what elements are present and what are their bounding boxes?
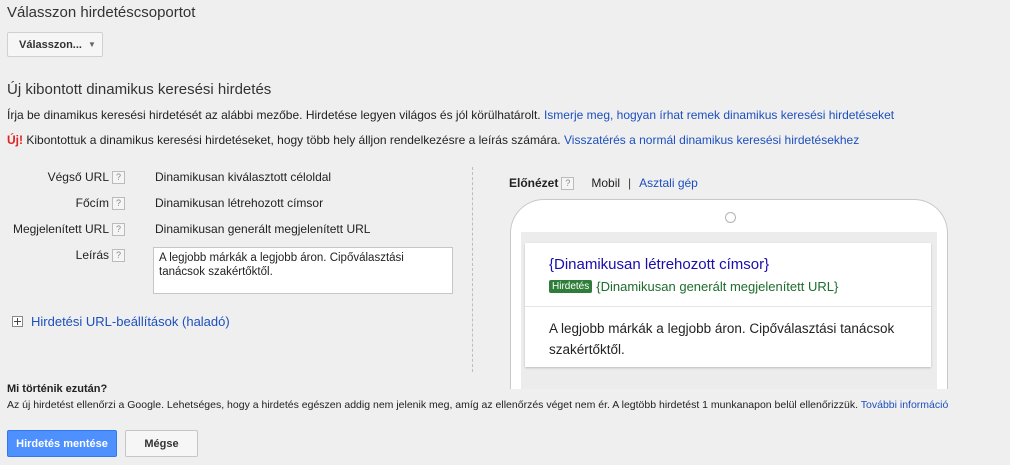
advanced-url-settings-toggle[interactable]: Hirdetési URL-beállítások (haladó)	[12, 314, 230, 329]
cancel-button[interactable]: Mégse	[125, 430, 198, 457]
advanced-url-settings-link[interactable]: Hirdetési URL-beállítások (haladó)	[31, 314, 230, 329]
mobile-phone-frame: {Dinamikusan létrehozott címsor} Hirdeté…	[510, 199, 948, 389]
ad-preview-card: {Dinamikusan létrehozott címsor} Hirdeté…	[525, 243, 931, 367]
help-icon[interactable]: ?	[112, 249, 125, 263]
preview-header: Előnézet ? Mobil | Asztali gép	[509, 176, 698, 190]
help-icon[interactable]: ?	[112, 223, 125, 237]
adgroup-select-label: Válasszon...	[19, 38, 82, 51]
form-heading: Új kibontott dinamikus keresési hirdetés	[7, 81, 272, 98]
card-divider	[525, 306, 931, 307]
more-info-link[interactable]: További információ	[861, 399, 949, 411]
final-url-label: Végső URL?	[7, 170, 125, 185]
new-notice-line: Új! Kibontottuk a dinamikus keresési hir…	[7, 133, 859, 147]
new-badge: Új!	[7, 133, 23, 147]
description-label: Leírás?	[7, 248, 125, 263]
intro-link[interactable]: Ismerje meg, hogyan írhat remek dinamiku…	[544, 108, 894, 122]
help-icon[interactable]: ?	[112, 171, 125, 185]
tab-separator: |	[628, 176, 632, 190]
intro-text: Írja be dinamikus keresési hirdetését az…	[7, 108, 541, 122]
ad-preview-title: {Dinamikusan létrehozott címsor}	[549, 256, 770, 273]
phone-speaker-icon	[725, 212, 736, 223]
display-url-label: Megjelenített URL?	[7, 222, 125, 237]
ad-preview-url: {Dinamikusan generált megjelenített URL}	[596, 279, 839, 294]
adgroup-heading: Válasszon hirdetéscsoportot	[7, 4, 196, 21]
tab-desktop[interactable]: Asztali gép	[639, 176, 698, 190]
description-textarea[interactable]: A legjobb márkák a legjobb áron. Cipővál…	[153, 247, 453, 294]
headline-value: Dinamikusan létrehozott címsor	[155, 196, 324, 210]
intro-line: Írja be dinamikus keresési hirdetését az…	[7, 108, 894, 122]
save-ad-button[interactable]: Hirdetés mentése	[7, 430, 117, 457]
help-icon[interactable]: ?	[112, 197, 125, 211]
expand-plus-icon	[12, 316, 23, 327]
chevron-down-icon: ▼	[87, 40, 96, 49]
help-icon[interactable]: ?	[561, 176, 575, 190]
info-title: Mi történik ezután?	[7, 383, 108, 395]
info-text: Az új hirdetést ellenőrzi a Google. Lehe…	[7, 399, 859, 411]
revert-link[interactable]: Visszatérés a normál dinamikus keresési …	[564, 133, 859, 147]
column-divider	[472, 167, 473, 372]
adgroup-select-button[interactable]: Válasszon... ▼	[7, 32, 103, 57]
tab-mobile[interactable]: Mobil	[591, 176, 620, 190]
new-notice-text: Kibontottuk a dinamikus keresési hirdeté…	[26, 133, 561, 147]
info-line: Az új hirdetést ellenőrzi a Google. Lehe…	[7, 399, 948, 411]
final-url-value: Dinamikusan kiválasztott céloldal	[155, 170, 332, 184]
display-url-value: Dinamikusan generált megjelenített URL	[155, 222, 371, 236]
headline-label: Főcím?	[7, 196, 125, 211]
ad-preview-url-line: Hirdetés {Dinamikusan generált megjelení…	[549, 279, 838, 294]
ad-badge: Hirdetés	[549, 280, 593, 293]
ad-preview-description: A legjobb márkák a legjobb áron. Cipővál…	[549, 321, 895, 357]
phone-screen: {Dinamikusan létrehozott címsor} Hirdeté…	[521, 232, 937, 389]
preview-label: Előnézet	[509, 176, 559, 190]
